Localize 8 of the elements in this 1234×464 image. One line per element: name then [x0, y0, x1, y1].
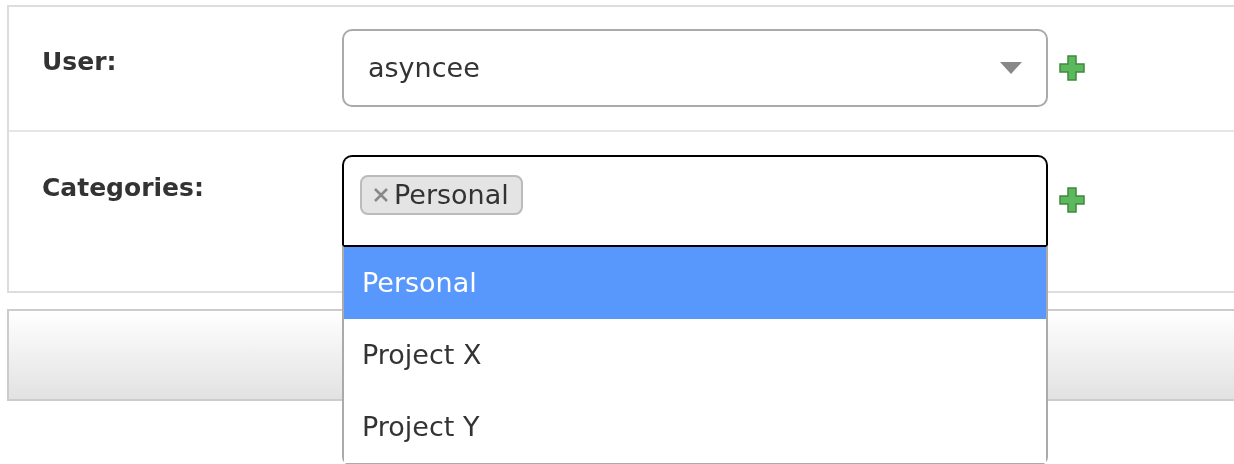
user-select[interactable]: asyncee [342, 29, 1048, 107]
field-label: Categories: [42, 172, 205, 204]
dropdown-caret-icon [1000, 62, 1022, 74]
remove-icon[interactable] [374, 188, 388, 202]
add-icon[interactable] [1058, 186, 1086, 214]
add-icon[interactable] [1058, 54, 1086, 82]
category-tag: Personal [360, 175, 523, 215]
field-label: User: [42, 46, 118, 78]
